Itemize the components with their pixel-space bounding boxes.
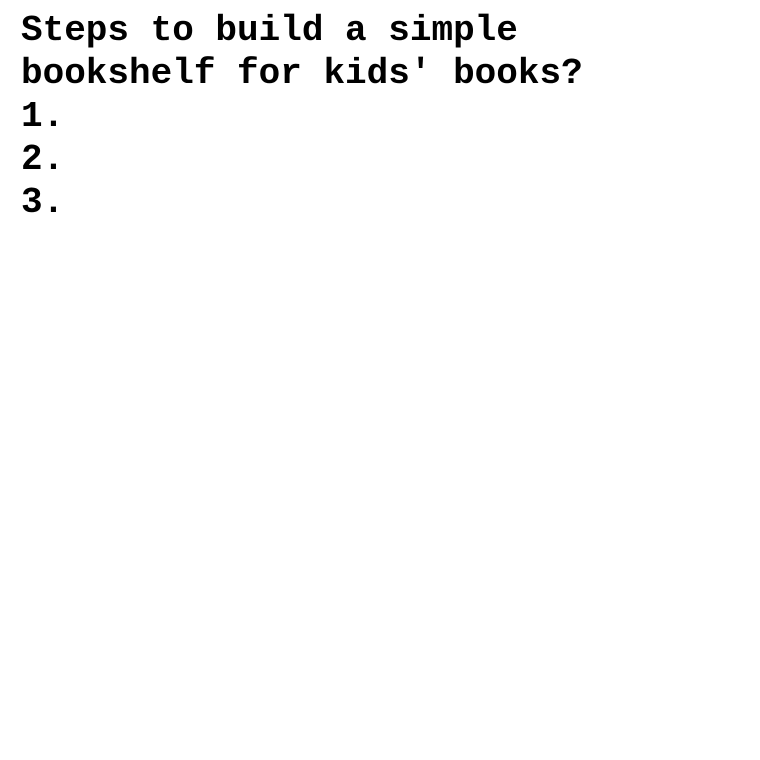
step-3-marker: 3. (21, 182, 65, 223)
question-line-2: bookshelf for kids' books? (21, 53, 583, 94)
step-1-marker: 1. (21, 96, 65, 137)
question-line-1: Steps to build a simple (21, 10, 518, 51)
step-2-marker: 2. (21, 139, 65, 180)
document-page: Steps to build a simple bookshelf for ki… (21, 9, 741, 224)
